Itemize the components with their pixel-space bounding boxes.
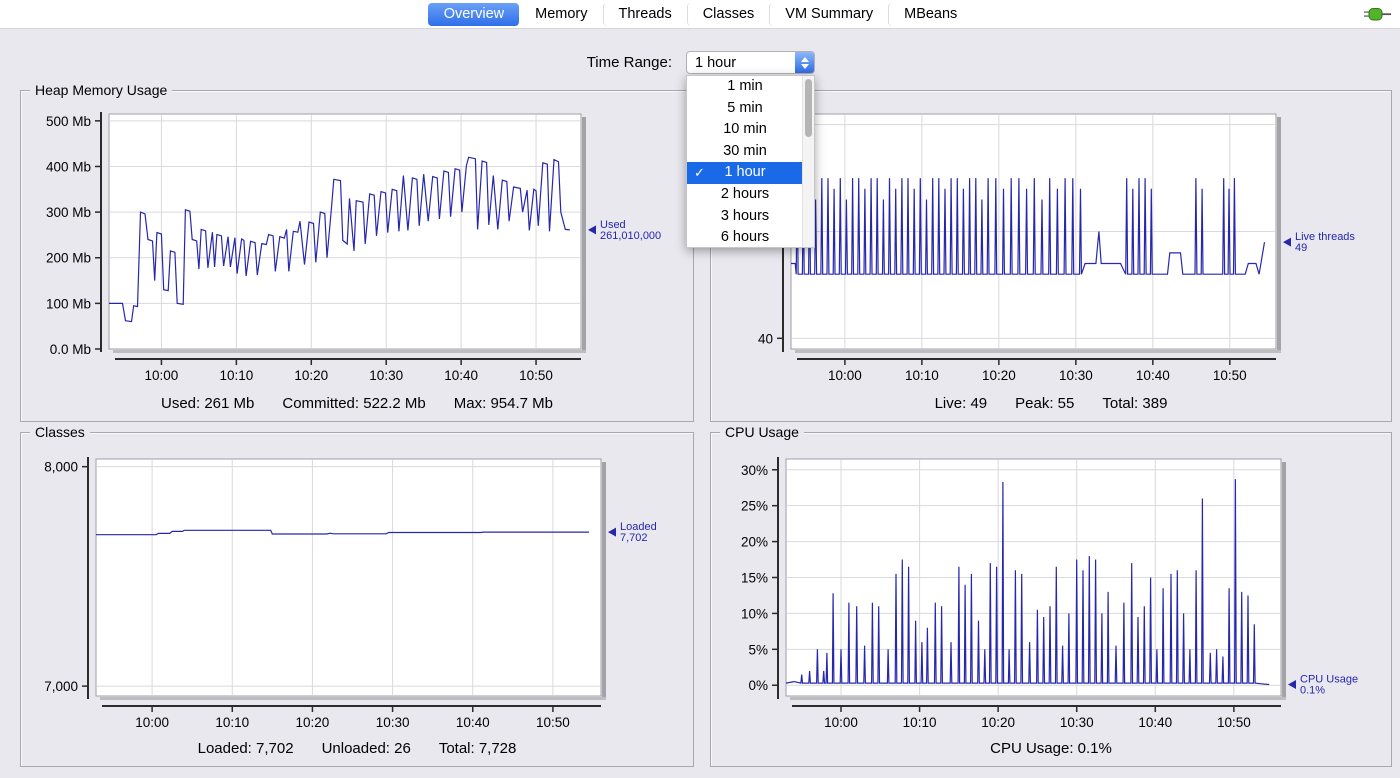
- chevron-down-icon: [801, 64, 809, 69]
- classes-annotation-label: 7,702: [620, 532, 648, 544]
- menu-item-3hours[interactable]: 3 hours: [687, 206, 803, 228]
- svg-text:10:10: 10:10: [215, 715, 249, 730]
- time-range-value: 1 hour: [687, 55, 795, 71]
- svg-text:10:30: 10:30: [1059, 368, 1093, 383]
- time-range-label: Time Range:: [530, 54, 672, 71]
- threads-stat-live: Live: 49: [935, 395, 988, 412]
- tab-mbeans[interactable]: MBeans: [888, 3, 972, 26]
- svg-text:10:40: 10:40: [444, 368, 478, 383]
- svg-text:500 Mb: 500 Mb: [46, 114, 91, 129]
- svg-text:10%: 10%: [741, 606, 768, 621]
- menu-scrollbar[interactable]: [802, 76, 814, 247]
- connection-status-plug-icon: [1364, 6, 1392, 23]
- svg-text:10:10: 10:10: [903, 715, 937, 730]
- menu-item-2hours[interactable]: 2 hours: [687, 184, 803, 206]
- svg-text:0.0 Mb: 0.0 Mb: [50, 342, 91, 357]
- svg-text:5%: 5%: [748, 642, 768, 657]
- threads-annotation-arrow-icon: [1283, 238, 1291, 247]
- menu-item-6hours[interactable]: 6 hours: [687, 227, 803, 249]
- svg-text:10:00: 10:00: [824, 715, 858, 730]
- heap-annotation-label: 261,010,000: [600, 230, 661, 242]
- menu-item-1min[interactable]: 1 min: [687, 76, 803, 98]
- time-range-menu-items: 1 min 5 min 10 min 30 min ✓ 1 hour 2 hou…: [687, 76, 803, 247]
- jconsole-window: Overview Memory Threads Classes VM Summa…: [0, 0, 1400, 778]
- cpu-annotation-label: 0.1%: [1300, 685, 1325, 697]
- tab-memory[interactable]: Memory: [519, 3, 602, 26]
- threads-stats: Live: 49 Peak: 55 Total: 389: [711, 395, 1391, 412]
- tab-vm-summary[interactable]: VM Summary: [769, 3, 888, 26]
- classes-stat-total: Total: 7,728: [439, 740, 517, 757]
- classes-chart: 8,000 7,000 10:00 10:10 10:20 10:30 10:40 10:50…: [21, 433, 693, 766]
- svg-text:200 Mb: 200 Mb: [46, 251, 91, 266]
- svg-text:8,000: 8,000: [44, 460, 78, 475]
- svg-text:30%: 30%: [741, 463, 768, 478]
- menu-item-label: 1 hour: [724, 164, 765, 180]
- menu-item-30min[interactable]: 30 min: [687, 141, 803, 163]
- classes-stat-loaded: Loaded: 7,702: [198, 740, 294, 757]
- svg-text:10:50: 10:50: [536, 715, 570, 730]
- tab-overview[interactable]: Overview: [428, 3, 519, 26]
- svg-text:10:20: 10:20: [294, 368, 328, 383]
- svg-text:10:20: 10:20: [296, 715, 330, 730]
- tab-bar: Overview Memory Threads Classes VM Summa…: [0, 0, 1400, 29]
- svg-text:7,000: 7,000: [44, 679, 78, 694]
- menu-scrollbar-thumb[interactable]: [805, 79, 812, 137]
- svg-text:10:20: 10:20: [982, 368, 1016, 383]
- menu-item-10min[interactable]: 10 min: [687, 119, 803, 141]
- classes-panel: Classes 8,0007,00010:0010:1010:2010:3010…: [20, 432, 694, 767]
- svg-text:10:30: 10:30: [1060, 715, 1094, 730]
- cpu-usage-panel: CPU Usage 30%25%20%15%10%5%0%10:0010:101…: [710, 432, 1392, 767]
- svg-text:10:00: 10:00: [135, 715, 169, 730]
- combo-stepper[interactable]: [795, 52, 814, 73]
- heap-stat-max: Max: 954.7 Mb: [454, 395, 553, 412]
- svg-text:10:10: 10:10: [219, 368, 253, 383]
- svg-text:10:20: 10:20: [981, 715, 1015, 730]
- cpu-annotation-arrow-icon: [1288, 680, 1296, 689]
- time-range-menu: 1 min 5 min 10 min 30 min ✓ 1 hour 2 hou…: [686, 75, 815, 248]
- svg-text:10:40: 10:40: [456, 715, 490, 730]
- svg-text:10:30: 10:30: [369, 368, 403, 383]
- svg-text:400 Mb: 400 Mb: [46, 159, 91, 174]
- menu-item-5min[interactable]: 5 min: [687, 98, 803, 120]
- classes-stat-unloaded: Unloaded: 26: [322, 740, 411, 757]
- threads-stat-total: Total: 389: [1102, 395, 1167, 412]
- svg-text:10:00: 10:00: [145, 368, 179, 383]
- svg-text:15%: 15%: [741, 571, 768, 586]
- heap-memory-panel: Heap Memory Usage 500 Mb400 Mb300 Mb200 …: [20, 90, 694, 422]
- heap-memory-chart: 500 Mb 400 Mb 300 Mb 200 Mb 100 Mb 0.0 Mb 10:0…: [21, 91, 693, 421]
- svg-text:300 Mb: 300 Mb: [46, 205, 91, 220]
- svg-text:10:00: 10:00: [828, 368, 862, 383]
- cpu-usage-chart: 30% 25% 20% 15% 10% 5% 0% 10:00 10:10 10:20 10:30 1…: [711, 433, 1391, 766]
- checkmark-icon: ✓: [694, 162, 705, 184]
- classes-stats: Loaded: 7,702 Unloaded: 26 Total: 7,728: [21, 740, 693, 757]
- svg-text:10:10: 10:10: [905, 368, 939, 383]
- menu-item-1hour[interactable]: ✓ 1 hour: [687, 162, 803, 184]
- svg-text:0%: 0%: [748, 678, 768, 693]
- threads-annotation-label: 49: [1295, 242, 1307, 254]
- svg-text:10:40: 10:40: [1136, 368, 1170, 383]
- tab-classes[interactable]: Classes: [687, 3, 770, 26]
- classes-annotation-arrow-icon: [608, 528, 616, 537]
- tab-threads[interactable]: Threads: [603, 3, 687, 26]
- svg-text:10:50: 10:50: [1217, 715, 1251, 730]
- heap-stats: Used: 261 Mb Committed: 522.2 Mb Max: 95…: [21, 395, 693, 412]
- svg-text:10:50: 10:50: [1213, 368, 1247, 383]
- heap-stat-used: Used: 261 Mb: [161, 395, 254, 412]
- svg-text:10:50: 10:50: [519, 368, 553, 383]
- svg-text:20%: 20%: [741, 535, 768, 550]
- svg-text:10:40: 10:40: [1138, 715, 1172, 730]
- cpu-stat-usage: CPU Usage: 0.1%: [990, 740, 1112, 757]
- time-range-select[interactable]: 1 hour: [686, 51, 815, 74]
- heap-annotation-arrow-icon: [588, 225, 596, 234]
- svg-text:10:30: 10:30: [376, 715, 410, 730]
- svg-text:100 Mb: 100 Mb: [46, 296, 91, 311]
- cpu-stats: CPU Usage: 0.1%: [711, 740, 1391, 757]
- threads-stat-peak: Peak: 55: [1015, 395, 1074, 412]
- heap-stat-committed: Committed: 522.2 Mb: [282, 395, 425, 412]
- svg-text:40: 40: [758, 331, 773, 346]
- svg-text:25%: 25%: [741, 499, 768, 514]
- chevron-up-icon: [801, 57, 809, 62]
